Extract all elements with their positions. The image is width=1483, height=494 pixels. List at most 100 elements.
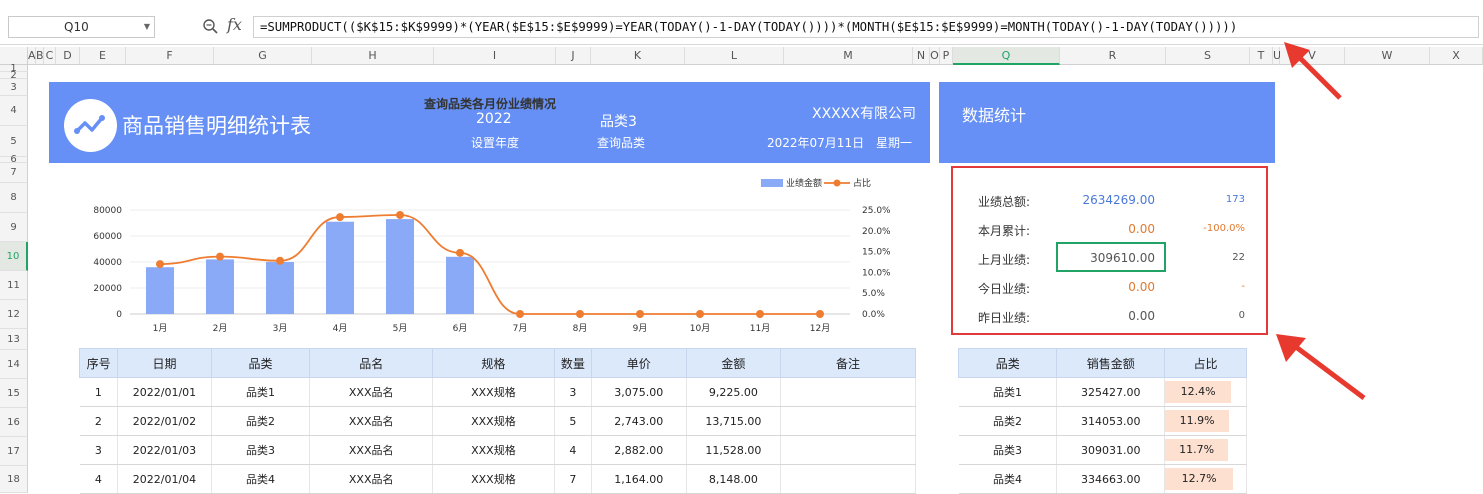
row-header-14[interactable]: 14 xyxy=(0,350,28,379)
detail-col-header: 数量 xyxy=(553,348,593,378)
detail-table: 序号 日期 品类 品名 规格 数量 单价 金额 备注 1 2022/01/01 品类1 XXX品名 XX… xyxy=(78,348,916,494)
column-header-J[interactable]: J xyxy=(556,47,591,65)
table-cell[interactable]: XXX品名 xyxy=(309,435,434,465)
table-cell[interactable]: 2,743.00 xyxy=(591,406,687,436)
chevron-down-icon[interactable]: ▼ xyxy=(144,17,150,37)
table-cell[interactable]: 8,148.00 xyxy=(686,464,782,494)
table-cell[interactable]: XXX规格 xyxy=(432,377,555,407)
row-header-17[interactable]: 17 xyxy=(0,437,28,466)
formula-input[interactable]: =SUMPRODUCT(($K$15:$K$9999)*(YEAR($E$15:… xyxy=(253,16,1479,38)
column-header-E[interactable]: E xyxy=(80,47,126,65)
table-cell[interactable] xyxy=(780,377,916,407)
table-cell[interactable]: 11.7% xyxy=(1164,435,1247,465)
column-header-S[interactable]: S xyxy=(1166,47,1250,65)
table-cell[interactable]: 12.4% xyxy=(1164,377,1247,407)
table-cell[interactable] xyxy=(780,435,916,465)
table-cell[interactable]: 品类3 xyxy=(958,435,1058,465)
table-cell[interactable]: XXX品名 xyxy=(309,406,434,436)
row-header-2[interactable]: 2 xyxy=(0,71,28,81)
table-cell[interactable]: 9,225.00 xyxy=(686,377,782,407)
column-header-F[interactable]: F xyxy=(126,47,214,65)
column-header-K[interactable]: K xyxy=(591,47,685,65)
line-point xyxy=(516,310,524,318)
legend-marker xyxy=(833,179,841,187)
table-cell[interactable]: 2022/01/02 xyxy=(117,406,212,436)
table-cell[interactable]: 334663.00 xyxy=(1056,464,1166,494)
column-header-Q[interactable]: Q xyxy=(953,47,1060,65)
column-header-P[interactable]: P xyxy=(940,47,953,65)
row-header-18[interactable]: 18 xyxy=(0,466,28,493)
column-header-G[interactable]: G xyxy=(214,47,312,65)
table-cell[interactable]: 13,715.00 xyxy=(686,406,782,436)
table-cell[interactable]: 2022/01/01 xyxy=(117,377,212,407)
fx-icon[interactable]: fx xyxy=(227,15,242,34)
table-cell[interactable]: 4 xyxy=(79,464,119,494)
year-value[interactable]: 2022 xyxy=(476,111,512,127)
table-cell[interactable]: XXX规格 xyxy=(432,406,555,436)
table-cell[interactable]: 7 xyxy=(554,464,593,494)
table-cell[interactable]: 12.7% xyxy=(1164,464,1247,494)
table-cell[interactable]: 品类4 xyxy=(211,464,311,494)
row-header-5[interactable]: 5 xyxy=(0,126,28,157)
table-cell[interactable]: 11,528.00 xyxy=(686,435,782,465)
table-cell[interactable]: 11.9% xyxy=(1164,406,1247,436)
table-cell[interactable]: 品类1 xyxy=(211,377,311,407)
table-cell[interactable]: 309031.00 xyxy=(1056,435,1166,465)
column-header-C[interactable]: C xyxy=(44,47,56,65)
row-header-15[interactable]: 15 xyxy=(0,379,28,408)
table-cell[interactable]: 3,075.00 xyxy=(591,377,687,407)
table-cell[interactable]: 2022/01/04 xyxy=(117,464,212,494)
table-cell[interactable]: 2022/01/03 xyxy=(117,435,212,465)
table-cell[interactable]: XXX品名 xyxy=(309,464,434,494)
column-header-L[interactable]: L xyxy=(685,47,784,65)
row-header-12[interactable]: 12 xyxy=(0,300,28,329)
category-value[interactable]: 品类3 xyxy=(600,111,637,131)
table-cell[interactable]: 品类4 xyxy=(958,464,1058,494)
name-box[interactable]: Q10 ▼ xyxy=(8,16,155,38)
table-cell[interactable]: 品类2 xyxy=(958,406,1058,436)
table-cell[interactable]: 5 xyxy=(554,406,593,436)
row-header-8[interactable]: 8 xyxy=(0,183,28,213)
table-cell[interactable]: 1,164.00 xyxy=(591,464,687,494)
column-header-W[interactable]: W xyxy=(1345,47,1430,65)
row-header-16[interactable]: 16 xyxy=(0,408,28,437)
column-header-X[interactable]: X xyxy=(1430,47,1483,65)
column-header-H[interactable]: H xyxy=(312,47,434,65)
table-cell[interactable]: 3 xyxy=(79,435,119,465)
table-cell[interactable]: 品类1 xyxy=(958,377,1058,407)
table-cell[interactable] xyxy=(780,406,916,436)
active-cell-Q10[interactable] xyxy=(1056,242,1166,272)
table-cell[interactable]: XXX规格 xyxy=(432,464,555,494)
x-tick-label: 11月 xyxy=(750,323,770,334)
table-cell[interactable]: 3 xyxy=(554,377,593,407)
column-header-A[interactable]: A xyxy=(28,47,36,65)
table-cell[interactable]: 2 xyxy=(79,406,119,436)
table-cell[interactable]: 1 xyxy=(79,377,119,407)
table-cell[interactable] xyxy=(780,464,916,494)
row-header-13[interactable]: 13 xyxy=(0,329,28,350)
row-header-3[interactable]: 3 xyxy=(0,79,28,96)
table-cell[interactable]: 品类3 xyxy=(211,435,311,465)
column-header-U[interactable]: U xyxy=(1273,47,1281,65)
column-header-O[interactable]: O xyxy=(930,47,940,65)
row-header-4[interactable]: 4 xyxy=(0,96,28,126)
column-header-B[interactable]: B xyxy=(36,47,44,65)
table-cell[interactable]: 325427.00 xyxy=(1056,377,1166,407)
column-header-D[interactable]: D xyxy=(56,47,80,65)
row-header-11[interactable]: 11 xyxy=(0,271,28,300)
row-header-9[interactable]: 9 xyxy=(0,213,28,242)
table-cell[interactable]: 2,882.00 xyxy=(591,435,687,465)
table-cell[interactable]: XXX规格 xyxy=(432,435,555,465)
column-header-T[interactable]: T xyxy=(1250,47,1273,65)
row-header-10[interactable]: 10 xyxy=(0,242,28,271)
zoom-icon[interactable] xyxy=(202,18,218,34)
table-cell[interactable]: 314053.00 xyxy=(1056,406,1166,436)
table-cell[interactable]: 4 xyxy=(554,435,593,465)
column-header-M[interactable]: M xyxy=(784,47,913,65)
table-cell[interactable]: XXX品名 xyxy=(309,377,434,407)
table-cell[interactable]: 品类2 xyxy=(211,406,311,436)
row-header-7[interactable]: 7 xyxy=(0,163,28,183)
column-header-R[interactable]: R xyxy=(1060,47,1166,65)
column-header-I[interactable]: I xyxy=(434,47,556,65)
column-header-N[interactable]: N xyxy=(913,47,930,65)
